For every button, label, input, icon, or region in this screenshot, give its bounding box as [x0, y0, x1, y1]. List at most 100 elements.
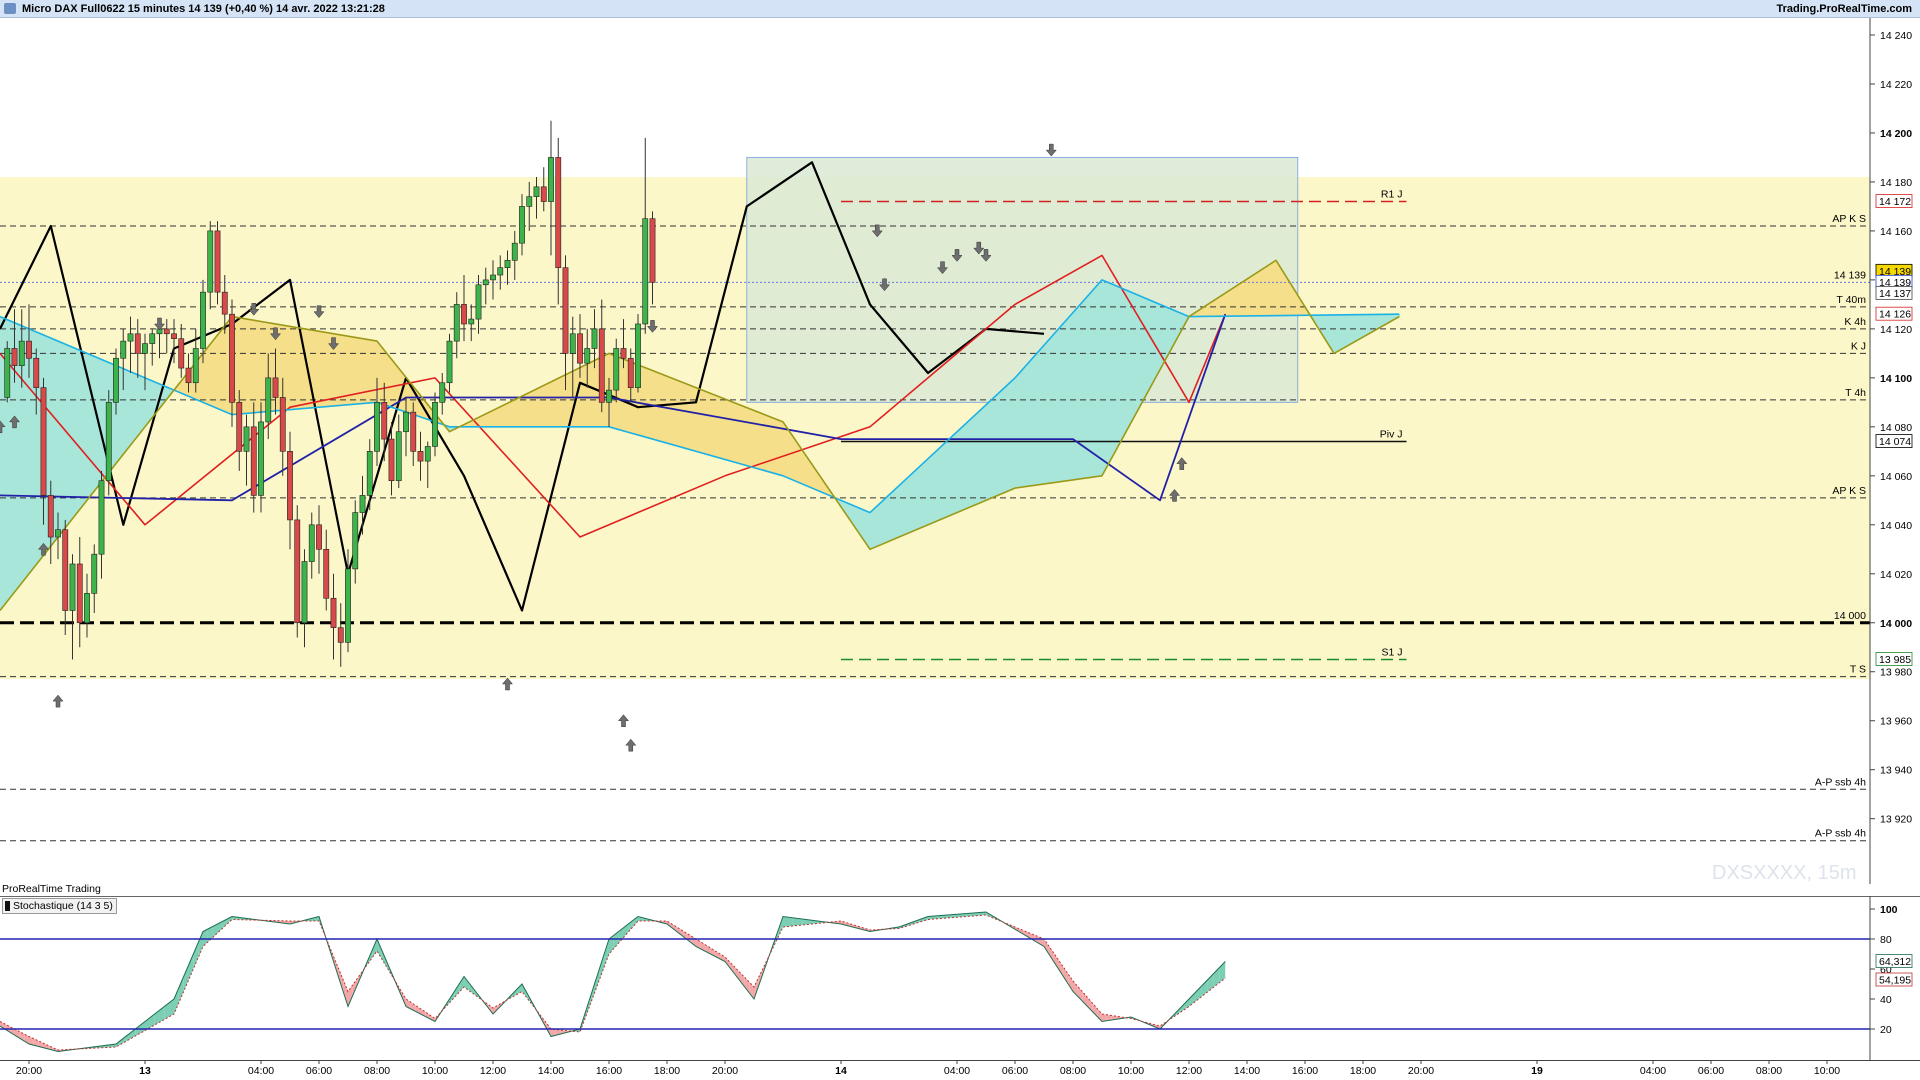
cloud-slice — [1130, 292, 1133, 423]
cloud-slice — [508, 402, 511, 427]
time-tick-label: 13 — [139, 1065, 151, 1077]
cloud-slice — [548, 382, 551, 427]
swatch-icon — [5, 901, 10, 911]
candle-body — [330, 597, 337, 628]
candle-body — [366, 451, 373, 496]
cloud-slice — [922, 463, 925, 527]
time-tick-label: 10:00 — [422, 1065, 448, 1077]
candle-body — [98, 480, 105, 555]
cloud-slice — [1052, 335, 1055, 483]
cloud-slice — [874, 507, 877, 548]
price-tick-label: 14 180 — [1880, 177, 1912, 189]
cloud-slice — [804, 454, 807, 486]
cloud-slice — [1334, 314, 1337, 353]
cloud-slice — [850, 504, 853, 522]
cloud-slice — [1362, 314, 1365, 338]
cloud-slice — [244, 318, 247, 414]
candle-body — [272, 377, 279, 398]
cloud-slice — [854, 506, 857, 528]
cloud-slice — [1224, 293, 1227, 317]
cloud-slice — [910, 474, 913, 532]
candle-body — [352, 512, 359, 570]
cloud-slice — [1254, 273, 1257, 316]
cloud-slice — [316, 330, 319, 408]
cloud-slice — [1252, 275, 1255, 316]
cloud-slice — [648, 369, 651, 439]
cloud-slice — [742, 406, 745, 465]
cloud-slice — [552, 380, 555, 427]
candle-body — [308, 524, 315, 562]
cloud-slice — [544, 384, 547, 427]
cloud-slice — [664, 375, 667, 443]
cloud-slice — [856, 507, 859, 531]
price-tick-label: 14 100 — [1880, 373, 1912, 385]
cloud-slice — [1168, 308, 1171, 354]
time-tick-label: 04:00 — [944, 1065, 970, 1077]
cloud-slice — [286, 325, 289, 410]
cloud-slice — [926, 459, 929, 526]
cloud-slice — [210, 343, 213, 406]
cloud-slice — [888, 494, 891, 542]
cloud-slice — [206, 348, 209, 405]
cloud-slice — [988, 402, 991, 500]
price-chart[interactable]: R1 J AP K S 14 139 T 40m K 4h K J T 4h Piv J AP … — [0, 18, 1920, 884]
cloud-slice — [1260, 270, 1263, 316]
cloud-slice — [342, 335, 345, 406]
cloud-slice — [928, 457, 931, 525]
cloud-slice — [1240, 282, 1243, 317]
cloud-slice — [1338, 314, 1341, 351]
cloud-slice — [362, 338, 365, 404]
cloud-slice — [256, 320, 259, 413]
cloud-slice — [1276, 261, 1279, 316]
cloud-slice — [1018, 373, 1021, 488]
time-tick-label: 12:00 — [480, 1065, 506, 1077]
cloud-slice — [698, 388, 701, 453]
cloud-slice — [494, 409, 497, 427]
cloud-slice — [914, 470, 917, 531]
cloud-slice — [1292, 287, 1295, 316]
cloud-slice — [862, 509, 865, 540]
cloud-slice — [292, 326, 295, 410]
cloud-slice — [246, 319, 249, 414]
cloud-slice — [1050, 337, 1053, 483]
cloud-slice — [1248, 277, 1251, 316]
stochastic-chart[interactable]: 1008060402064,31254,195 20:00 13 04:00 06:0… — [0, 896, 1920, 1080]
cloud-slice — [1280, 268, 1283, 316]
candle-body — [265, 377, 272, 423]
cloud-slice — [948, 439, 951, 516]
cloud-slice — [662, 374, 665, 443]
cloud-slice — [866, 511, 869, 545]
cloud-slice — [1278, 265, 1281, 316]
cloud-slice — [944, 442, 947, 518]
cloud-slice — [880, 502, 883, 545]
cloud-slice — [724, 399, 727, 460]
window-title: Micro DAX Full0622 15 minutes 14 139 (+0… — [22, 3, 385, 15]
cloud-slice — [864, 510, 867, 542]
cloud-slice — [218, 333, 221, 410]
cloud-slice — [128, 371, 131, 448]
cloud-slice — [584, 365, 587, 427]
cloud-slice — [1026, 364, 1029, 487]
candle-body — [55, 529, 61, 538]
cloud-slice — [1216, 298, 1219, 317]
cloud-slice — [288, 326, 291, 410]
cloud-slice — [684, 383, 687, 449]
cloud-slice — [770, 417, 773, 473]
candle-body — [424, 446, 431, 462]
cloud-slice — [1106, 282, 1109, 467]
cloud-slice — [1172, 309, 1175, 346]
cloud-slice — [1068, 317, 1071, 481]
cloud-slice — [968, 420, 971, 508]
cloud-slice — [482, 415, 485, 427]
time-tick-label: 16:00 — [596, 1065, 622, 1077]
time-tick-label: 18:00 — [654, 1065, 680, 1077]
cloud-slice — [236, 317, 239, 415]
cloud-slice — [1344, 314, 1347, 348]
stochastic-legend-item[interactable]: Stochastique (14 3 5) — [2, 898, 117, 914]
cloud-slice — [932, 454, 935, 523]
cloud-slice — [1028, 362, 1031, 487]
cloud-slice — [1366, 314, 1369, 335]
cloud-slice — [900, 483, 903, 537]
cloud-slice — [364, 339, 367, 404]
cloud-slice — [380, 346, 383, 404]
